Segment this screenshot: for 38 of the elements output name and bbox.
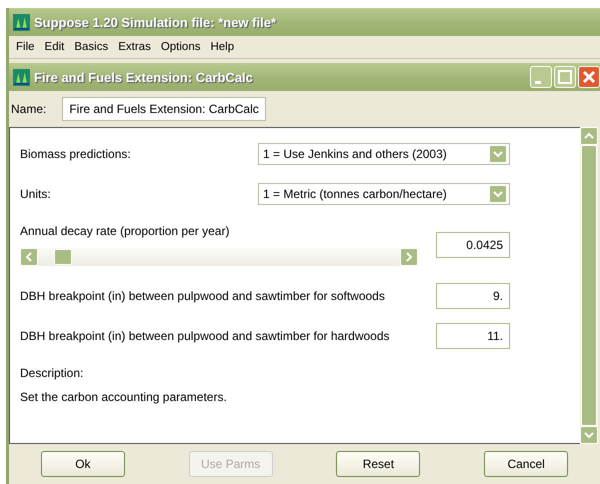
app-icon bbox=[13, 68, 30, 86]
app-icon bbox=[13, 14, 30, 30]
menu-item[interactable]: Options bbox=[156, 41, 206, 53]
description-text: Set the carbon accounting parameters. bbox=[20, 390, 228, 404]
slider-thumb[interactable] bbox=[54, 249, 72, 265]
menu-item[interactable]: Extras bbox=[113, 41, 156, 53]
field-label: Annual decay rate (proportion per year) bbox=[20, 224, 230, 238]
name-field[interactable]: Fire and Fuels Extension: CarbCalc bbox=[62, 97, 266, 121]
field-label: DBH breakpoint (in) between pulpwood and sawtimber for hardwoods bbox=[20, 329, 391, 343]
scroll-down-icon[interactable] bbox=[580, 426, 598, 444]
menu-item[interactable]: Edit bbox=[40, 41, 70, 53]
description-label: Description: bbox=[20, 366, 84, 380]
dialog-button[interactable]: Cancel bbox=[484, 451, 568, 477]
dropdown[interactable]: 1 = Metric (tonnes carbon/hectare) bbox=[258, 183, 510, 205]
menu-item[interactable]: Help bbox=[205, 41, 240, 53]
menu-item[interactable]: File bbox=[11, 41, 40, 53]
maximize-icon bbox=[558, 70, 572, 84]
minimize-icon bbox=[535, 80, 541, 84]
dialog-button[interactable]: Ok bbox=[40, 451, 125, 477]
close-icon bbox=[582, 70, 596, 84]
menu-item[interactable]: Basics bbox=[69, 41, 114, 53]
input-field[interactable]: 11. bbox=[436, 323, 510, 349]
scroll-up-icon[interactable] bbox=[580, 127, 598, 145]
dialog-title: Fire and Fuels Extension: CarbCalc bbox=[34, 70, 253, 84]
dropdown[interactable]: 1 = Use Jenkins and others (2003) bbox=[258, 143, 510, 165]
field-label: DBH breakpoint (in) between pulpwood and sawtimber for softwoods bbox=[20, 289, 386, 303]
minimize-button[interactable] bbox=[530, 66, 552, 88]
window-title: Suppose 1.20 Simulation file: *new file* bbox=[34, 14, 276, 30]
close-button[interactable] bbox=[578, 66, 600, 88]
field-label: Units: bbox=[20, 187, 52, 201]
name-label: Name: bbox=[11, 102, 46, 116]
input-field[interactable]: 9. bbox=[436, 283, 510, 309]
slider[interactable] bbox=[20, 248, 418, 266]
dialog-button[interactable]: Reset bbox=[336, 451, 420, 477]
field-label: Biomass predictions: bbox=[20, 147, 132, 161]
maximize-button[interactable] bbox=[554, 66, 576, 88]
input-field[interactable]: 0.0425 bbox=[436, 232, 510, 258]
scrollbar-thumb[interactable] bbox=[581, 145, 597, 426]
